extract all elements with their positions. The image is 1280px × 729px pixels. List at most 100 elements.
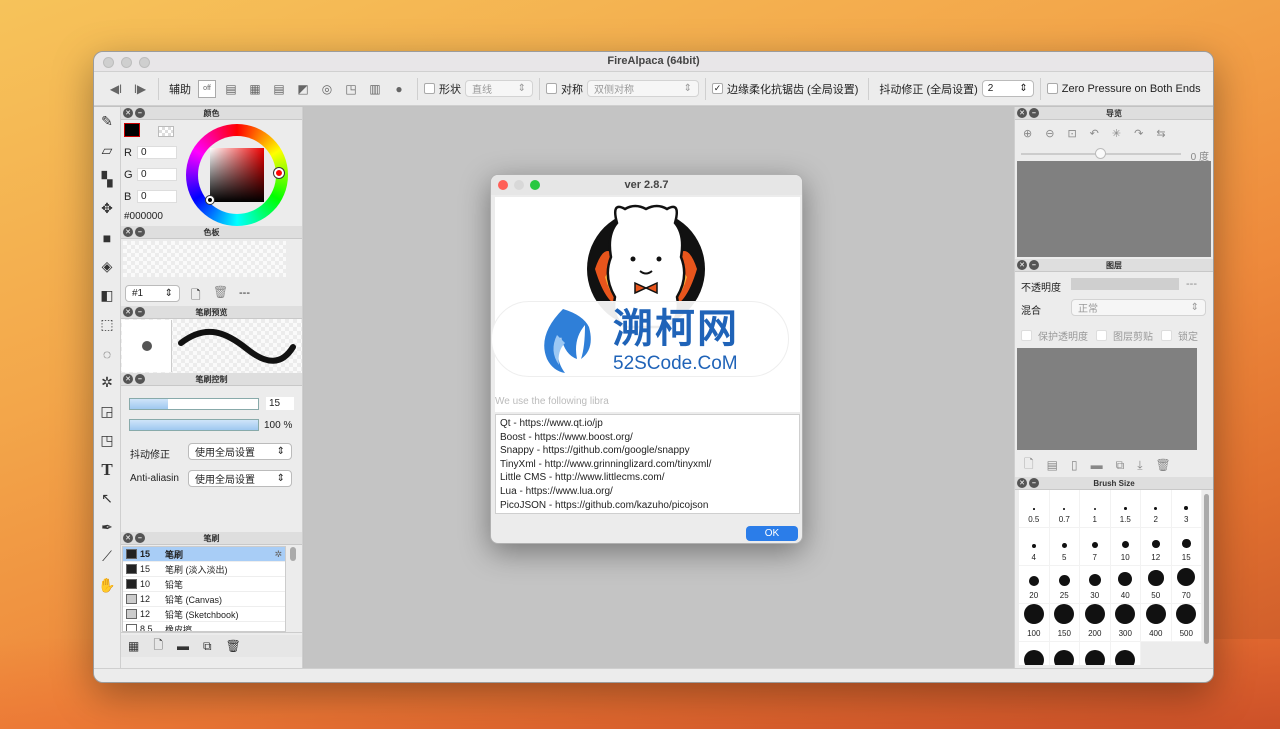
duplicate-brush-icon[interactable]: ⧉: [203, 639, 212, 654]
stabilizer-stepper[interactable]: 2 ⇕: [981, 80, 1034, 97]
brush-size-scrollbar[interactable]: [1204, 494, 1209, 644]
symmetry-checkbox[interactable]: [546, 83, 557, 94]
zoom-out-icon[interactable]: ⊖: [1045, 127, 1054, 140]
snap-dot-icon[interactable]: ●: [390, 80, 408, 98]
brush-size-cell[interactable]: [1049, 642, 1080, 665]
close-icon[interactable]: ✕: [1017, 108, 1027, 118]
brush-size-cell[interactable]: 0.7: [1049, 490, 1080, 528]
gear-icon[interactable]: ✲: [274, 549, 282, 560]
close-icon[interactable]: ✕: [123, 227, 133, 237]
snap-circle-icon[interactable]: ◎: [318, 80, 336, 98]
brush-size-cell[interactable]: 0.5: [1019, 490, 1050, 528]
saturation-value-square[interactable]: [210, 148, 264, 202]
size-value[interactable]: 15: [266, 397, 294, 410]
brush-item[interactable]: 8.5 橡皮擦: [123, 622, 285, 631]
new-brush-icon[interactable]: 🗋: [153, 636, 163, 657]
fill-rect-tool-icon[interactable]: ■: [94, 223, 120, 252]
redo-icon[interactable]: ǀ▶: [131, 80, 149, 98]
close-icon[interactable]: ✕: [1017, 260, 1027, 270]
snap-3d-icon[interactable]: ▥: [366, 80, 384, 98]
duplicate-layer-icon[interactable]: ⧉: [1116, 458, 1125, 473]
minimize-icon[interactable]: –: [135, 307, 145, 317]
zoom-fit-icon[interactable]: ⊡: [1067, 127, 1076, 140]
select-tool-icon[interactable]: ⬚: [94, 310, 120, 339]
hue-wheel[interactable]: [186, 124, 288, 226]
hue-handle[interactable]: [274, 168, 284, 178]
operation-tool-icon[interactable]: ↖: [94, 484, 120, 513]
brush-size-cell[interactable]: 50: [1141, 566, 1172, 604]
gradient-tool-icon[interactable]: ◧: [94, 281, 120, 310]
snap-vanishing-point-icon[interactable]: ◩: [294, 80, 312, 98]
brush-size-cell[interactable]: [1019, 642, 1050, 665]
brush-size-cell[interactable]: 30: [1080, 566, 1111, 604]
brush-size-cell[interactable]: 1: [1080, 490, 1111, 528]
close-icon[interactable]: ✕: [123, 533, 133, 543]
rotate-left-icon[interactable]: ↶: [1090, 127, 1099, 140]
close-icon[interactable]: ✕: [1017, 478, 1027, 488]
magic-wand-tool-icon[interactable]: ✲: [94, 368, 120, 397]
b-input[interactable]: 0: [137, 190, 177, 203]
rotate-right-icon[interactable]: ↷: [1134, 127, 1143, 140]
layer-list[interactable]: [1017, 348, 1197, 450]
brush-size-cell[interactable]: 300: [1110, 604, 1141, 642]
blend-select[interactable]: 正常 ⇕: [1071, 299, 1206, 316]
move-tool-icon[interactable]: ✥: [94, 194, 120, 223]
brush-size-cell[interactable]: 70: [1171, 566, 1202, 604]
shape-checkbox[interactable]: [424, 83, 435, 94]
brush-size-cell[interactable]: 7: [1080, 528, 1111, 566]
flip-icon[interactable]: ⇆: [1156, 127, 1165, 140]
trash-icon[interactable]: 🗑: [226, 639, 241, 653]
brush-stabilizer-select[interactable]: 使用全局设置 ⇕: [188, 443, 292, 460]
transparent-color-swatch[interactable]: [158, 126, 174, 137]
brush-size-cell[interactable]: 100: [1019, 604, 1050, 642]
hand-tool-icon[interactable]: ✋: [94, 571, 120, 600]
layer-opacity-slider[interactable]: [1071, 278, 1179, 290]
brush-size-cell[interactable]: 5: [1049, 528, 1080, 566]
new-folder-icon[interactable]: ▬: [1091, 458, 1103, 472]
select-eraser-tool-icon[interactable]: ◳: [94, 426, 120, 455]
brush-size-cell[interactable]: 10: [1110, 528, 1141, 566]
minimize-icon[interactable]: –: [135, 227, 145, 237]
brush-size-cell[interactable]: 25: [1049, 566, 1080, 604]
r-input[interactable]: 0: [137, 146, 177, 159]
minimize-icon[interactable]: –: [135, 533, 145, 543]
brush-size-cell[interactable]: [1080, 642, 1111, 665]
brush-item[interactable]: 10 铅笔: [123, 577, 285, 592]
new-1bit-layer-icon[interactable]: ▯: [1071, 458, 1078, 472]
brush-item[interactable]: 15 笔刷 (淡入淡出): [123, 562, 285, 577]
brush-size-cell[interactable]: 40: [1110, 566, 1141, 604]
merge-down-icon[interactable]: ⤓: [1137, 458, 1142, 473]
brush-item[interactable]: 12 铅笔 (Canvas): [123, 592, 285, 607]
size-slider[interactable]: [129, 398, 259, 410]
snap-grid-icon[interactable]: ▦: [246, 80, 264, 98]
brush-size-cell[interactable]: [1110, 642, 1141, 665]
snap-curve-icon[interactable]: ◳: [342, 80, 360, 98]
folder-icon[interactable]: ▬: [177, 639, 189, 653]
brush-tool-icon[interactable]: ✎: [94, 107, 120, 136]
palette-swatches[interactable]: [123, 241, 286, 277]
minimize-icon[interactable]: –: [1029, 108, 1039, 118]
brush-size-cell[interactable]: 12: [1141, 528, 1172, 566]
brush-size-cell[interactable]: 500: [1171, 604, 1202, 642]
trash-icon[interactable]: 🗑: [213, 285, 228, 299]
undo-icon[interactable]: ◀ǀ: [107, 80, 125, 98]
text-tool-icon[interactable]: T: [94, 455, 120, 484]
close-icon[interactable]: ✕: [123, 108, 133, 118]
brush-list-scrollbar[interactable]: [290, 547, 296, 561]
protect-alpha-checkbox[interactable]: [1021, 330, 1032, 341]
brush-antialias-select[interactable]: 使用全局设置 ⇕: [188, 470, 292, 487]
snap-off-button[interactable]: off: [198, 79, 216, 98]
minimize-icon[interactable]: –: [135, 374, 145, 384]
g-input[interactable]: 0: [137, 168, 177, 181]
eraser-tool-icon[interactable]: ▱: [94, 136, 120, 165]
bucket-tool-icon[interactable]: ◈: [94, 252, 120, 281]
new-palette-icon[interactable]: 🗋: [191, 286, 201, 307]
zoom-in-icon[interactable]: ⊕: [1023, 127, 1032, 140]
brush-item[interactable]: 12 铅笔 (Sketchbook): [123, 607, 285, 622]
new-layer-icon[interactable]: 🗋: [1024, 455, 1034, 476]
reset-rotation-icon[interactable]: ✳: [1112, 127, 1121, 140]
ok-button[interactable]: OK: [746, 526, 798, 541]
delete-layer-icon[interactable]: 🗑: [1156, 458, 1171, 472]
brush-size-cell[interactable]: 1.5: [1110, 490, 1141, 528]
eyedropper-tool-icon[interactable]: ⟋: [94, 542, 120, 571]
